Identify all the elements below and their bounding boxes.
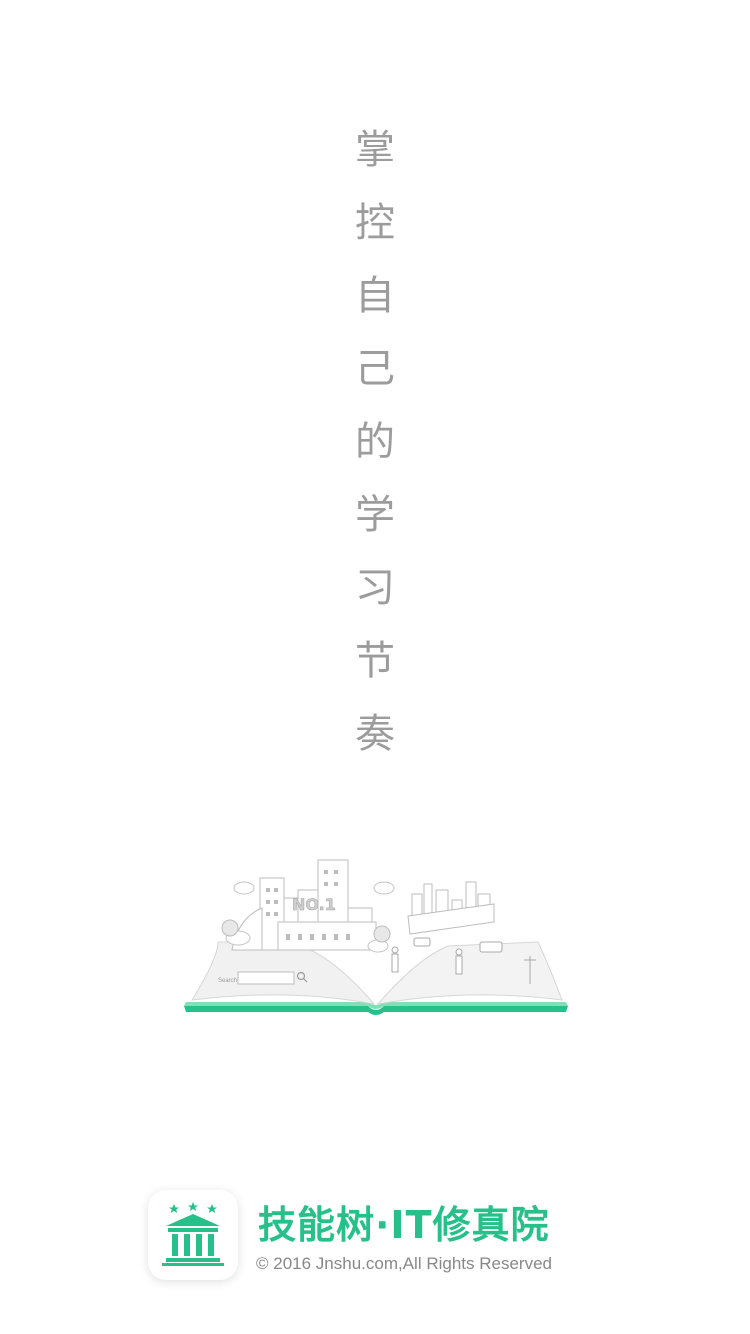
footer-branding: 技能树·IT修真院 © 2016 Jnshu.com,All Rights Re…	[148, 1190, 608, 1285]
slogan-char: 学	[355, 492, 395, 538]
temple-logo-icon	[162, 1202, 224, 1266]
copyright-text: © 2016 Jnshu.com,All Rights Reserved	[256, 1254, 552, 1273]
slogan-char: 自	[355, 273, 395, 319]
slogan-char: 己	[355, 346, 395, 392]
slogan-vertical: 掌 控 自 己 的 学 习 节 奏	[340, 120, 410, 777]
slogan-char: 的	[355, 419, 395, 465]
no1-badge: NO.1	[292, 895, 336, 914]
app-logo	[148, 1190, 238, 1280]
search-box	[237, 971, 295, 985]
slogan-char: 习	[355, 565, 395, 611]
search-label: Search	[218, 978, 237, 984]
slogan-char: 控	[355, 200, 395, 246]
slogan-char: 节	[355, 638, 395, 684]
app-name: 技能树·IT修真院	[258, 1203, 550, 1247]
slogan-char: 掌	[355, 127, 395, 173]
slogan-char: 奏	[355, 711, 395, 757]
open-book-city-illustration: NO.1 Search	[178, 838, 574, 1018]
